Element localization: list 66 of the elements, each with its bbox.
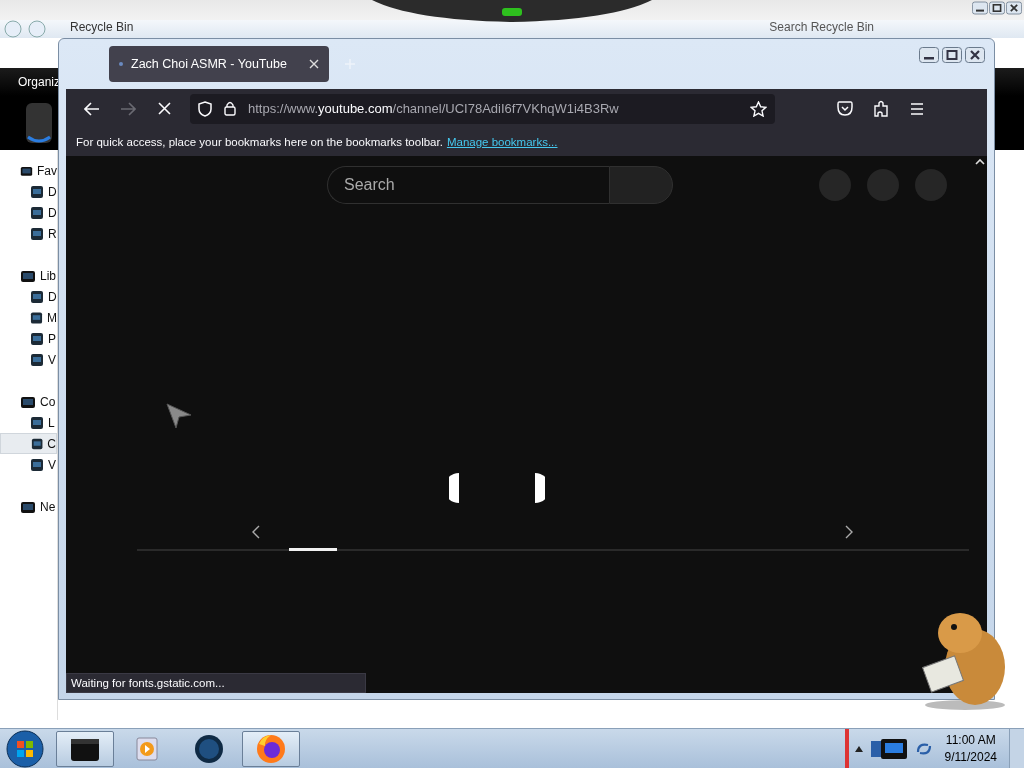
sidebar-item[interactable]: P (0, 328, 57, 349)
browser-tab[interactable]: Zach Choi ASMR - YouTube (109, 46, 329, 82)
play-icon (135, 735, 159, 762)
close-tab-icon[interactable] (309, 59, 319, 69)
address-field[interactable]: Recycle Bin (70, 20, 134, 34)
forward-button[interactable] (120, 101, 136, 116)
minimize-button[interactable] (972, 1, 988, 15)
chevron-left-icon[interactable] (252, 525, 260, 539)
sidebar-item[interactable]: Lib (40, 268, 56, 283)
sidebar-item[interactable]: V (0, 349, 57, 370)
drive-icon (30, 331, 44, 346)
sidebar-item[interactable]: R (0, 223, 57, 244)
drive-icon (30, 226, 44, 241)
search-field[interactable]: Search Recycle Bin (769, 20, 874, 34)
menu-icon[interactable] (910, 102, 924, 115)
clock-time: 11:00 AM (944, 731, 997, 749)
placeholder-circle (915, 169, 947, 201)
sidebar-item[interactable]: D (0, 181, 57, 202)
chevron-right-icon[interactable] (845, 525, 853, 539)
maximize-button[interactable] (989, 1, 1005, 15)
globe-icon (194, 733, 224, 764)
drive-icon (30, 352, 44, 367)
drive-icon (30, 205, 44, 220)
stop-loading-button[interactable] (157, 102, 171, 115)
taskbar-button[interactable] (56, 730, 114, 767)
manage-bookmarks-link[interactable]: Manage bookmarks... (446, 136, 558, 148)
drive-icon (30, 457, 44, 472)
sidebar-item[interactable]: V (0, 454, 57, 475)
clock[interactable]: 11:00 AM 9/11/2024 (938, 731, 1003, 766)
toolbar-button[interactable]: Organiz (18, 75, 61, 89)
drive-icon (31, 436, 44, 451)
sidebar-item[interactable]: Fav (37, 163, 57, 178)
drive-icon (30, 289, 44, 304)
sidebar-item[interactable]: M (0, 307, 57, 328)
maximize-button[interactable] (942, 47, 962, 63)
drive-icon (30, 415, 44, 430)
sidebar-item[interactable]: Co (40, 394, 56, 409)
sidebar-item[interactable]: Ne (40, 499, 56, 514)
lock-icon[interactable] (224, 101, 236, 116)
sidebar-item[interactable]: L (0, 412, 57, 433)
url-field[interactable]: https://www.youtube.com/channel/UCI78AdiI6f7VKhqW1i4B3Rw (190, 93, 775, 124)
placeholder-circle (867, 169, 899, 201)
loading-spinner-icon (448, 471, 545, 505)
pocket-icon[interactable] (837, 101, 853, 116)
drive-icon (30, 184, 44, 199)
status-text: Waiting for fonts.gstatic.com... (66, 673, 366, 693)
sidebar-item[interactable]: D (0, 286, 57, 307)
taskbar-button[interactable] (242, 730, 300, 767)
close-button[interactable] (965, 47, 985, 63)
clock-date: 9/11/2024 (944, 748, 997, 766)
cursor-icon (166, 403, 192, 429)
start-button[interactable] (6, 729, 44, 768)
drive-icon (30, 310, 43, 325)
firefox-icon (256, 733, 286, 764)
tab-indicator (289, 548, 337, 551)
tray-expand-icon[interactable] (854, 745, 863, 752)
sidebar-item[interactable]: C (0, 433, 57, 454)
bookmark-star-icon[interactable] (750, 100, 767, 117)
shield-icon[interactable] (198, 100, 212, 117)
scroll-up-icon[interactable] (975, 158, 985, 166)
placeholder-circle (819, 169, 851, 201)
extensions-icon[interactable] (873, 100, 889, 117)
bookmarks-hint: For quick access, place your bookmarks here on the bookmarks toolbar. (76, 136, 443, 148)
sidebar-item[interactable]: D (0, 202, 57, 223)
minimize-button[interactable] (919, 47, 939, 63)
close-button[interactable] (1006, 1, 1022, 15)
